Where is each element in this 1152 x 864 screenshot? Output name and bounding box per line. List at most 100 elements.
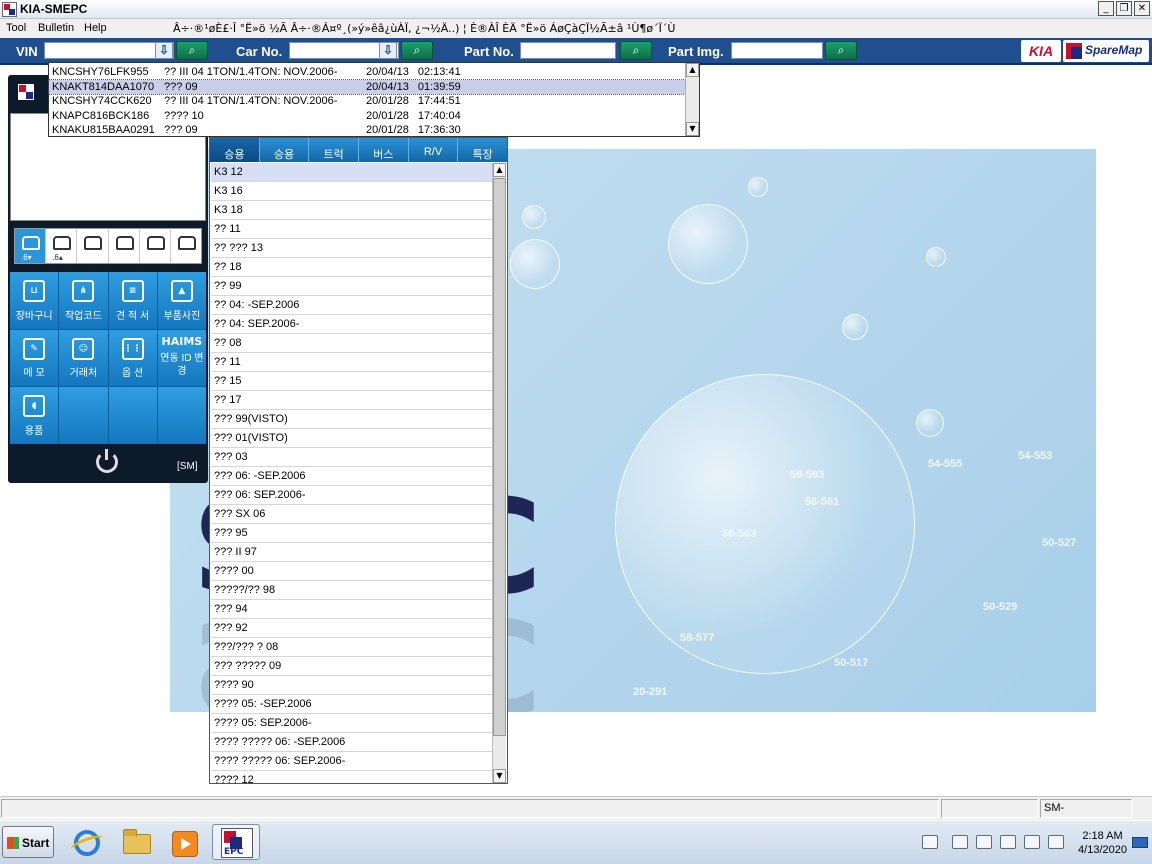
model-list-item[interactable]: ?? ??? 13 [211, 239, 493, 258]
show-desktop-icon[interactable] [1132, 837, 1148, 848]
tab-passenger-1[interactable]: 승용 [210, 138, 260, 162]
model-list-item[interactable]: ??? 95 [211, 524, 493, 543]
vehicle-type-special[interactable] [171, 229, 201, 263]
model-list-item[interactable]: ?? 18 [211, 258, 493, 277]
model-list-item[interactable]: K3 16 [211, 182, 493, 201]
option-button[interactable]: ⋮⋮ 옵 션 [108, 329, 157, 387]
model-list-item[interactable]: ???? 05: SEP.2006- [211, 714, 493, 733]
clock[interactable]: 2:18 AM 4/13/2020 [1075, 829, 1130, 857]
taskbar-internet-explorer[interactable] [62, 824, 110, 860]
network-icon[interactable] [1024, 835, 1040, 849]
security-icon[interactable] [976, 835, 992, 849]
model-list-item[interactable]: ?? 08 [211, 334, 493, 353]
part-photo-button[interactable]: ▲ 부품사진 [157, 272, 206, 329]
volume-icon[interactable] [1048, 835, 1064, 849]
tab-bus[interactable]: 버스 [359, 138, 409, 162]
model-list-item[interactable]: ??? 01(VISTO) [211, 429, 493, 448]
model-list-item[interactable]: ??? II 97 [211, 543, 493, 562]
vin-history-row[interactable]: KNAKT814DAA1070 ??? 09 20/04/13 01:39:59 [48, 78, 686, 95]
action-center-flag-icon[interactable] [952, 835, 968, 849]
keyboard-icon[interactable] [922, 835, 938, 849]
tab-special[interactable]: 특장 [458, 138, 507, 162]
vin-history-row[interactable]: KNAPC816BCK186 ???? 10 20/01/28 17:40:04 [49, 109, 685, 123]
supplies-button[interactable]: ◖ 용품 [10, 387, 59, 444]
scroll-down-icon[interactable]: ▼ [493, 769, 506, 783]
cart-button[interactable]: ⊔ 장바구니 [10, 272, 59, 329]
vin-history-scrollbar[interactable]: ▲ ▼ [685, 63, 699, 136]
part-img-search-button[interactable]: ⌕ [825, 41, 857, 60]
power-icon[interactable] [96, 449, 118, 473]
model-list-item[interactable]: K3 18 [211, 201, 493, 220]
menu-help[interactable]: Help [84, 22, 107, 34]
vin-history-datetime: 20/01/28 17:44:51 [366, 94, 486, 108]
scroll-down-icon[interactable]: ▼ [686, 122, 699, 136]
model-list-item[interactable]: ???? ????? 06: SEP.2006- [211, 752, 493, 771]
model-list-item[interactable]: K3 12 [211, 163, 493, 182]
vehicle-type-suv[interactable]: .6▴ [46, 229, 78, 263]
model-list-item[interactable]: ?????/?? 98 [211, 581, 493, 600]
model-list-item[interactable]: ??? ????? 09 [211, 657, 493, 676]
taskbar-epc-app[interactable]: EPC [212, 824, 260, 860]
vin-dropdown-icon[interactable]: ⇩ [155, 42, 173, 59]
model-list-item[interactable]: ?? 99 [211, 277, 493, 296]
tab-rv[interactable]: R/V [409, 138, 459, 162]
model-list-item[interactable]: ???? 12 [211, 771, 493, 783]
model-list-item[interactable]: ???? ????? 06: -SEP.2006 [211, 733, 493, 752]
model-list-item[interactable]: ??? 03 [211, 448, 493, 467]
vin-search-button[interactable]: ⌕ [176, 41, 208, 60]
car-no-dropdown-icon[interactable]: ⇩ [379, 42, 397, 59]
vin-history-row[interactable]: KNCSHY74CCK620 ?? III 04 1TON/1.4TON: NOV… [49, 94, 685, 108]
tab-truck[interactable]: 트럭 [309, 138, 360, 162]
vehicle-type-truck[interactable] [77, 229, 109, 263]
vin-history-row[interactable]: KNCSHY76LFK955 ?? III 04 1TON/1.4TON: NOV… [49, 65, 685, 79]
haims-button[interactable]: HAIMS 연동 ID 변경 [157, 329, 206, 387]
model-list-item[interactable]: ?? 11 [211, 220, 493, 239]
start-button[interactable]: Start [2, 826, 54, 858]
model-list-scrollbar[interactable]: ▲ ▼ [492, 163, 506, 783]
oil-can-icon: ◖ [23, 395, 46, 418]
scroll-up-icon[interactable]: ▲ [686, 63, 699, 77]
menu-bulletin[interactable]: Bulletin [38, 22, 74, 34]
customer-button[interactable]: ☺ 거래처 [59, 329, 108, 387]
model-list-item[interactable]: ??? 94 [211, 600, 493, 619]
car-no-search-button[interactable]: ⌕ [401, 41, 433, 60]
vehicle-type-sedan[interactable]: .6▾ [15, 229, 47, 263]
vehicle-type-rv[interactable] [140, 229, 171, 263]
model-list-item[interactable]: ??? 99(VISTO) [211, 410, 493, 429]
model-list-item[interactable]: ?? 04: SEP.2006- [211, 315, 493, 334]
model-list-item[interactable]: ?? 15 [211, 372, 493, 391]
model-list-item[interactable]: ?? 11 [211, 353, 493, 372]
model-list-item[interactable]: ???? 00 [211, 562, 493, 581]
restore-button[interactable]: ❐ [1116, 1, 1132, 16]
scroll-thumb[interactable] [493, 178, 506, 736]
model-list-item[interactable]: ?? 17 [211, 391, 493, 410]
model-list-item[interactable]: ??? 06: SEP.2006- [211, 486, 493, 505]
car-no-label: Car No. [236, 44, 283, 59]
vin-history-row[interactable]: KNAKU815BAA0291 ??? 09 20/01/28 17:36:30 [49, 123, 685, 137]
tab-passenger-2[interactable]: 승용 [260, 138, 310, 162]
part-img-input[interactable] [731, 42, 823, 59]
model-list-item[interactable]: ??? SX 06 [211, 505, 493, 524]
document-icon: ≡ [121, 280, 144, 302]
taskbar-media-player[interactable] [160, 824, 208, 860]
vehicle-type-bus[interactable] [109, 229, 140, 263]
magnifier-icon: ⌕ [413, 43, 421, 57]
memo-button[interactable]: ✎ 메 모 [10, 329, 59, 387]
display-icon[interactable] [1000, 835, 1016, 849]
part-no-search-button[interactable]: ⌕ [620, 41, 652, 60]
model-list-item[interactable]: ???? 05: -SEP.2006 [211, 695, 493, 714]
model-list-item[interactable]: ??? 06: -SEP.2006 [211, 467, 493, 486]
empty-tile [108, 387, 157, 444]
minimize-button[interactable]: _ [1098, 1, 1114, 16]
model-list-item[interactable]: ???/??? ? 08 [211, 638, 493, 657]
work-code-button[interactable]: ⋔ 작업코드 [59, 272, 108, 329]
part-no-input[interactable] [520, 42, 616, 59]
close-button[interactable]: ✕ [1134, 1, 1150, 16]
model-list-item[interactable]: ??? 92 [211, 619, 493, 638]
menu-tool[interactable]: Tool [6, 22, 26, 34]
scroll-up-icon[interactable]: ▲ [493, 163, 506, 177]
estimate-button[interactable]: ≡ 견 적 서 [108, 272, 157, 329]
taskbar-file-explorer[interactable] [112, 824, 160, 860]
model-list-item[interactable]: ???? 90 [211, 676, 493, 695]
model-list-item[interactable]: ?? 04: -SEP.2006 [211, 296, 493, 315]
